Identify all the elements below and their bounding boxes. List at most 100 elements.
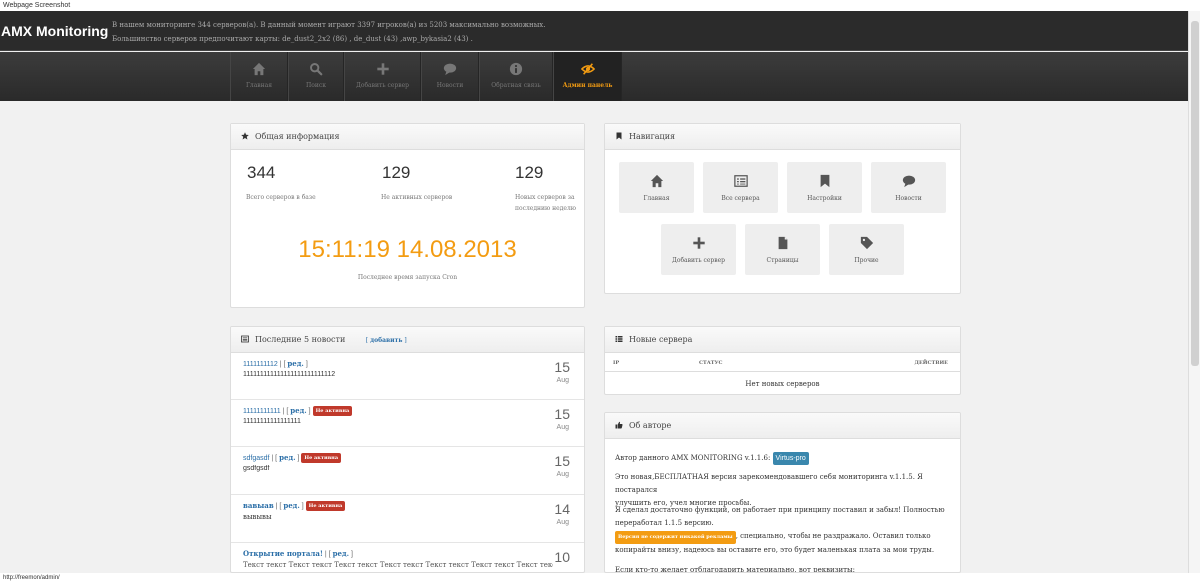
comment-icon xyxy=(902,175,915,188)
inactive-badge: Не активна xyxy=(301,453,342,463)
about-p1-line1: Это новая,БЕСПЛАТНАЯ версия зарекомендов… xyxy=(615,473,923,494)
author-tag[interactable]: Virtus-pro xyxy=(772,452,809,465)
top-bar: AMX Monitoring В нашем мониторинге 344 с… xyxy=(0,11,1188,51)
tile-settings[interactable]: Настройки xyxy=(787,162,862,213)
nav-feedback[interactable]: Обратная связь xyxy=(479,52,553,101)
tile-home[interactable]: Главная xyxy=(619,162,694,213)
news-item-title[interactable]: sdfgasdf xyxy=(243,455,269,462)
news-item-body: gsdfgsdf xyxy=(243,465,270,472)
status-bar-url: http://freemon/admin/ xyxy=(0,573,1200,584)
window-caption: Webpage Screenshot xyxy=(0,0,1200,11)
about-panel: Об авторе Автор данного AMX MONITORING v… xyxy=(604,412,961,573)
page-scrollbar[interactable] xyxy=(1188,11,1200,573)
news-panel: Последние 5 новости [ добавить ] 1111111… xyxy=(230,326,585,573)
bookmark-icon xyxy=(616,132,622,140)
news-edit-link[interactable]: ред. xyxy=(333,549,349,558)
cron-time: 15:11:19 14.08.2013 xyxy=(298,236,517,263)
about-p3-text: , специально, чтобы не раздражало. Остав… xyxy=(735,532,931,540)
server-summary: В нашем мониторинге 344 серверов(а). В д… xyxy=(112,18,545,46)
nav-news[interactable]: Новости xyxy=(421,52,479,101)
news-item-day: 15 xyxy=(554,359,570,375)
news-edit-link[interactable]: ред. xyxy=(290,406,306,415)
news-add-link[interactable]: [ добавить ] xyxy=(366,337,407,344)
inactive-badge: Не активна xyxy=(305,501,346,511)
news-item: 11111111111 | [ ред. ] Не активна 111111… xyxy=(231,400,584,447)
news-item-title[interactable]: Открытие портала! xyxy=(243,549,323,558)
general-info-header: Общая информация xyxy=(231,124,584,150)
eye-slash-icon xyxy=(580,63,595,75)
news-item-month: Aug xyxy=(556,424,569,431)
new-servers-header: Новые сервера xyxy=(605,327,960,353)
search-icon xyxy=(310,63,323,76)
news-item-month: Aug xyxy=(556,377,569,384)
news-edit-link[interactable]: ред. xyxy=(279,453,295,462)
nav-add-server[interactable]: Добавить сервер xyxy=(344,52,421,101)
news-item-month: Aug xyxy=(556,519,569,526)
news-add-label: добавить xyxy=(370,337,403,344)
news-item-title-row: 1111111112 | [ ред. ] xyxy=(243,359,308,368)
stat-new-servers-label: Новых серверов за последнию неделю xyxy=(515,192,576,214)
news-item-title[interactable]: 1111111112 xyxy=(243,361,278,368)
tile-pages[interactable]: Страницы xyxy=(745,224,820,275)
col-action: ДЕЙСТВИЕ xyxy=(914,360,948,366)
stat-total-servers-label: Всего серверов в базе xyxy=(246,194,316,201)
news-item-day: 15 xyxy=(554,406,570,422)
nav-search[interactable]: Поиск xyxy=(288,52,344,101)
no-ads-tag: Версия не содержит никакой рекламы xyxy=(615,531,736,544)
news-item-month: Aug xyxy=(556,471,569,478)
brand-logo[interactable]: AMX Monitoring xyxy=(1,23,108,39)
stat-new-servers-label-line2: последнию неделю xyxy=(515,205,576,212)
news-item-day: 14 xyxy=(554,501,570,517)
tile-all-servers-label: Все сервера xyxy=(721,195,760,202)
news-item-title-row: 11111111111 | [ ред. ] Не активна xyxy=(243,406,353,416)
bookmark-icon xyxy=(820,174,829,188)
about-paragraph-2: Я сделал достаточно функций, он работает… xyxy=(615,504,955,557)
new-servers-title: Новые сервера xyxy=(629,335,693,344)
list-icon xyxy=(241,335,249,343)
about-header: Об авторе xyxy=(605,413,960,439)
nav-feedback-label: Обратная связь xyxy=(491,82,541,89)
plus-icon xyxy=(376,63,389,75)
news-item-title[interactable]: вавыав xyxy=(243,501,274,510)
tile-news-label: Новости xyxy=(895,195,922,202)
tile-other[interactable]: Прочие xyxy=(829,224,904,275)
news-item-body: вывывы xyxy=(243,513,272,521)
general-info-title: Общая информация xyxy=(255,132,340,141)
navigation-panel: Навигация Главная Все сервера Настройки … xyxy=(604,123,961,294)
tile-home-label: Главная xyxy=(643,195,670,202)
tile-settings-label: Настройки xyxy=(807,195,842,202)
nav-admin-panel-label: Админ панель xyxy=(562,82,613,89)
news-item-title-row: вавыав | [ ред. ] Не активна xyxy=(243,501,346,511)
summary-line-2: Большинство серверов предпочитают карты:… xyxy=(112,35,473,43)
scrollbar-thumb[interactable] xyxy=(1191,21,1199,366)
stat-inactive-servers-label: Не активных серверов xyxy=(381,194,453,201)
nav-admin-panel[interactable]: Админ панель xyxy=(553,52,622,101)
general-info-panel: Общая информация 344 Всего серверов в ба… xyxy=(230,123,585,308)
news-item-title[interactable]: 11111111111 xyxy=(243,408,281,415)
tile-add-server[interactable]: Добавить сервер xyxy=(661,224,736,275)
tile-all-servers[interactable]: Все сервера xyxy=(703,162,778,213)
info-icon xyxy=(509,62,523,76)
nav-add-server-label: Добавить сервер xyxy=(355,82,410,89)
about-author-prefix: Автор данного AMX MONITORING v.1.1.6: xyxy=(615,454,771,462)
stat-total-servers: 344 xyxy=(247,163,276,182)
tile-news[interactable]: Новости xyxy=(871,162,946,213)
tile-other-label: Прочие xyxy=(854,257,879,264)
news-item: 1111111112 | [ ред. ] 111111111111111111… xyxy=(231,353,584,400)
cron-time-label: Последнее время запуска Cron xyxy=(357,274,458,281)
thumbs-up-icon xyxy=(615,421,623,429)
news-edit-link[interactable]: ред. xyxy=(287,359,303,368)
about-title: Об авторе xyxy=(629,421,672,430)
col-ip: IP xyxy=(613,360,620,366)
comment-icon xyxy=(443,63,457,76)
about-author-line: Автор данного AMX MONITORING v.1.1.6: Vi… xyxy=(615,452,955,465)
inactive-badge: Не активна xyxy=(312,406,353,416)
nav-home[interactable]: Главная xyxy=(230,52,288,101)
home-icon xyxy=(650,174,663,188)
navigation-title: Навигация xyxy=(629,132,676,141)
nav-news-label: Новости xyxy=(436,82,464,89)
nav-home-label: Главная xyxy=(245,82,273,89)
news-edit-link[interactable]: ред. xyxy=(283,501,299,510)
stat-new-servers-label-line1: Новых серверов за xyxy=(515,194,575,201)
file-icon xyxy=(778,236,787,250)
